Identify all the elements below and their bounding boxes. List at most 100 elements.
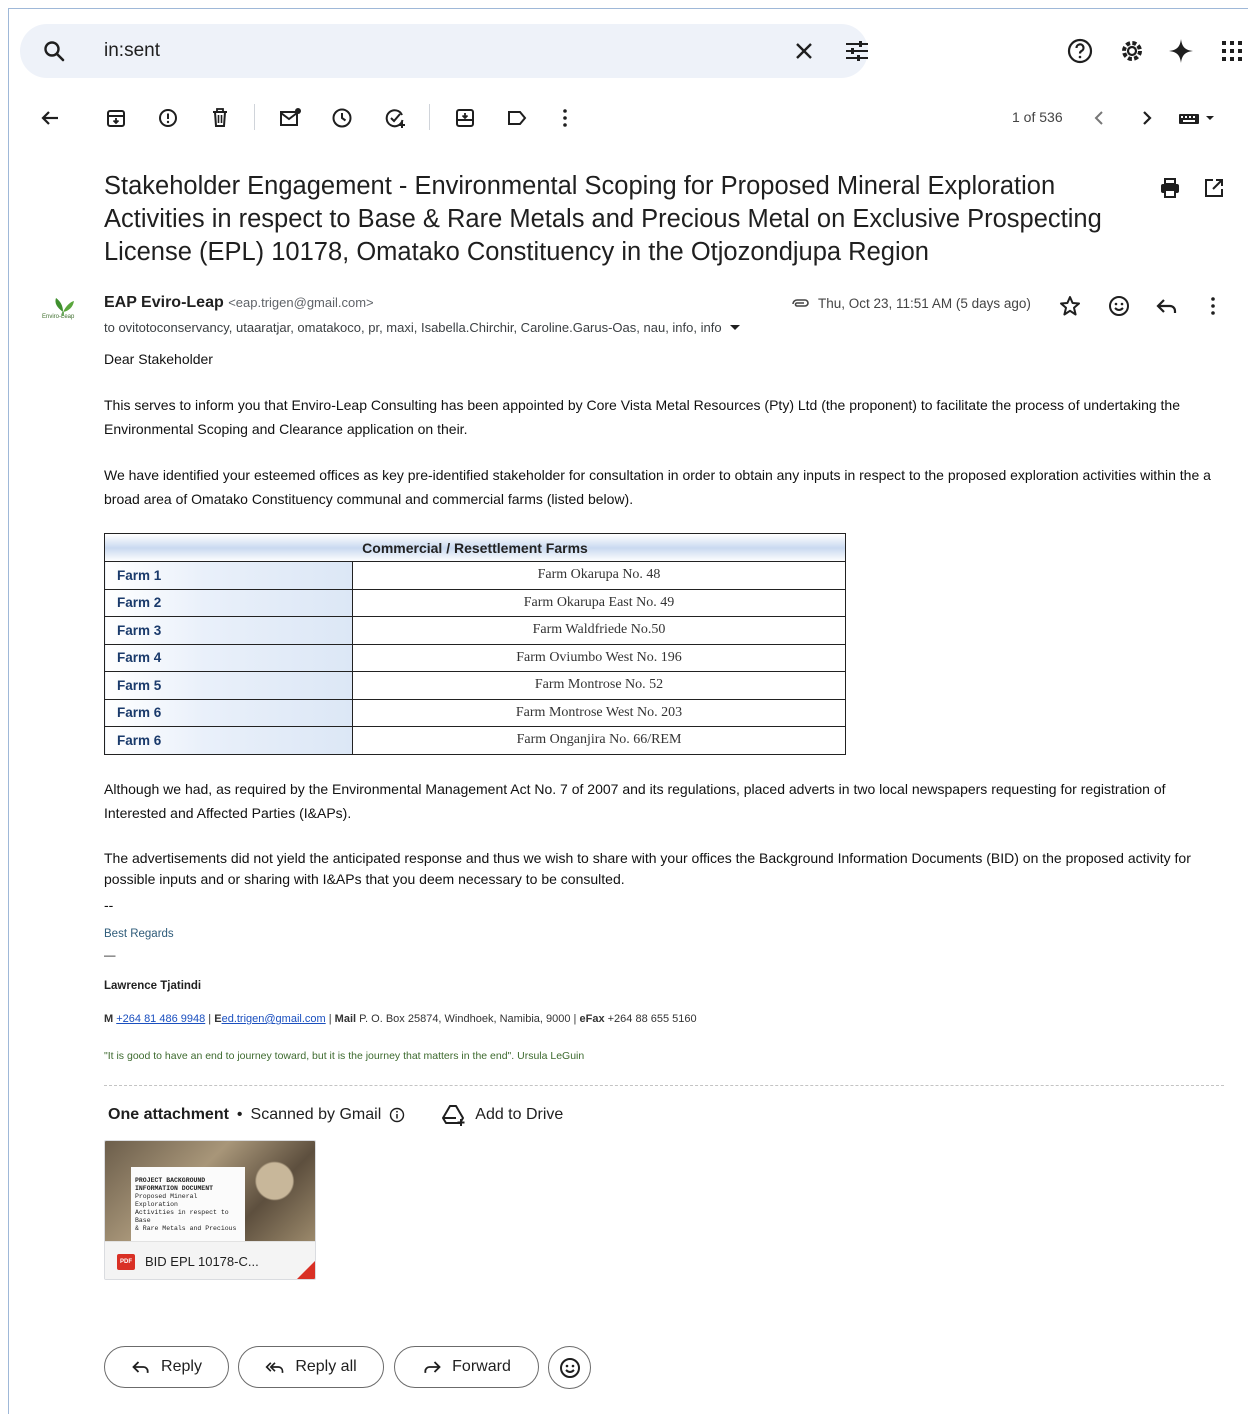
table-row: Farm 5 Farm Montrose No. 52	[104, 671, 846, 700]
report-spam-icon[interactable]	[156, 106, 180, 130]
date-line: Thu, Oct 23, 11:51 AM (5 days ago)	[790, 296, 1031, 311]
page-counter: 1 of 536	[1012, 109, 1063, 125]
body-paragraph-3: Although we had, as required by the Envi…	[104, 781, 1166, 821]
signature-quote: "It is good to have an end to journey to…	[104, 1050, 585, 1062]
farm-label: Farm 5	[104, 671, 353, 700]
table-row: Farm 6 Farm Onganjira No. 66/REM	[104, 726, 846, 755]
farm-label: Farm 6	[104, 698, 353, 727]
newer-chevron-icon[interactable]	[1088, 106, 1112, 130]
forward-label: Forward	[452, 1358, 511, 1375]
signature-dash: —	[104, 950, 116, 962]
message-more-icon[interactable]	[1201, 294, 1225, 318]
older-chevron-icon[interactable]	[1134, 106, 1158, 130]
signature-contact-line: M +264 81 486 9948 | Eed.trigen@gmail.co…	[104, 1013, 697, 1025]
email-label: E	[214, 1013, 222, 1025]
mobile-link[interactable]: +264 81 486 9948	[116, 1013, 205, 1025]
attachment-info-bar: PDF BID EPL 10178-C...	[105, 1241, 315, 1279]
emoji-reaction-icon[interactable]	[1107, 294, 1131, 318]
postal-address: P. O. Box 25874, Windhoek, Namibia, 9000…	[356, 1013, 580, 1025]
farm-name: Farm Waldfriede No.50	[352, 616, 846, 645]
input-tools-keyboard-icon[interactable]	[1176, 106, 1220, 130]
email-link[interactable]: ed.trigen@gmail.com	[222, 1013, 326, 1025]
reply-all-label: Reply all	[295, 1358, 357, 1375]
attachment-file-name[interactable]: BID EPL 10178-C...	[145, 1254, 259, 1269]
sender-avatar[interactable]: Enviro-Leap	[40, 292, 86, 328]
toolbar-divider	[429, 104, 430, 130]
attachment-thumbnail: PROJECT BACKGROUND INFORMATION DOCUMENT …	[105, 1141, 315, 1241]
body-paragraph-2: We have identified your esteemed offices…	[104, 467, 1211, 507]
farm-name: Farm Okarupa East No. 49	[352, 588, 846, 617]
sender-line: EAP Eviro-Leap <eap.trigen@gmail.com>	[104, 294, 374, 312]
gemini-sparkle-icon[interactable]	[1167, 37, 1195, 65]
settings-gear-icon[interactable]	[1118, 37, 1146, 65]
star-icon[interactable]	[1058, 294, 1082, 318]
separator: |	[205, 1013, 215, 1025]
delete-trash-icon[interactable]	[208, 106, 232, 130]
attachments-divider	[104, 1085, 1224, 1086]
body-paragraph-1: This serves to inform you that Enviro-Le…	[104, 397, 1180, 437]
body-paragraph-4: The advertisements did not yield the ant…	[104, 850, 1191, 887]
thumbnail-document: PROJECT BACKGROUND INFORMATION DOCUMENT …	[131, 1167, 245, 1241]
farm-name: Farm Montrose No. 52	[352, 671, 846, 700]
signature-separator: --	[104, 897, 114, 913]
farm-name: Farm Okarupa No. 48	[352, 561, 846, 590]
attachment-card[interactable]: PROJECT BACKGROUND INFORMATION DOCUMENT …	[104, 1140, 316, 1280]
farm-name: Farm Onganjira No. 66/REM	[352, 726, 846, 755]
farm-label: Farm 6	[104, 726, 353, 755]
sender-email: <eap.trigen@gmail.com>	[228, 295, 374, 310]
emoji-smile-icon	[559, 1357, 580, 1378]
add-to-tasks-icon[interactable]	[383, 106, 407, 130]
farm-label: Farm 2	[104, 588, 353, 617]
scanned-by-gmail: Scanned by Gmail	[250, 1106, 382, 1123]
recipients-dropdown-icon[interactable]	[729, 322, 741, 332]
table-row: Farm 4 Farm Oviumbo West No. 196	[104, 643, 846, 672]
reply-all-arrow-icon	[265, 1362, 284, 1373]
thumb-line: Proposed Mineral Exploration	[135, 1193, 198, 1208]
add-to-drive-label[interactable]: Add to Drive	[475, 1106, 563, 1124]
thumb-line: INFORMATION DOCUMENT	[135, 1185, 214, 1192]
farm-label: Farm 1	[104, 561, 353, 590]
search-input[interactable]: in:sent	[104, 40, 160, 62]
label-tag-icon[interactable]	[505, 106, 529, 130]
add-to-drive-icon[interactable]	[441, 1103, 467, 1127]
forward-arrow-icon	[424, 1361, 441, 1373]
email-date: Thu, Oct 23, 11:51 AM (5 days ago)	[818, 296, 1031, 311]
table-row: Farm 2 Farm Okarupa East No. 49	[104, 588, 846, 617]
thumb-line: PROJECT BACKGROUND	[135, 1177, 206, 1184]
table-row: Farm 1 Farm Okarupa No. 48	[104, 561, 846, 590]
search-options-icon[interactable]	[844, 39, 870, 63]
reply-all-button[interactable]: Reply all	[238, 1346, 384, 1388]
search-icon[interactable]	[42, 39, 66, 63]
info-icon[interactable]	[389, 1107, 405, 1123]
thumb-line: Activities in respect to Base	[135, 1209, 229, 1224]
apps-grid-icon[interactable]	[1218, 37, 1246, 65]
pdf-file-icon: PDF	[117, 1254, 135, 1270]
forward-button[interactable]: Forward	[394, 1346, 539, 1388]
fax-number: +264 88 655 5160	[604, 1013, 697, 1025]
farm-label: Farm 4	[104, 643, 353, 672]
recipients-line[interactable]: to ovitotoconservancy, utaaratjar, omata…	[104, 320, 741, 335]
mail-label: Mail	[334, 1013, 357, 1025]
attachment-clip-icon	[792, 298, 809, 307]
help-icon[interactable]	[1066, 37, 1094, 65]
move-to-icon[interactable]	[453, 106, 477, 130]
reply-label: Reply	[161, 1358, 202, 1375]
more-options-icon[interactable]	[553, 106, 577, 130]
farms-table-header: Commercial / Resettlement Farms	[104, 533, 846, 562]
separator-dot: •	[236, 1106, 243, 1123]
reply-button[interactable]: Reply	[104, 1346, 229, 1388]
archive-icon[interactable]	[104, 106, 128, 130]
reply-arrow-icon	[132, 1361, 149, 1373]
farms-table: Commercial / Resettlement Farms Farm 1 Fa…	[104, 533, 846, 755]
back-arrow-icon[interactable]	[38, 106, 62, 130]
reply-icon[interactable]	[1155, 294, 1179, 318]
sender-name[interactable]: EAP Eviro-Leap	[104, 294, 224, 311]
clear-search-icon[interactable]	[792, 39, 816, 63]
mark-unread-icon[interactable]	[278, 106, 302, 130]
thumb-line: & Rare Metals and Precious	[135, 1225, 237, 1232]
snooze-clock-icon[interactable]	[330, 106, 354, 130]
print-icon[interactable]	[1158, 176, 1182, 200]
search-bar[interactable]: in:sent	[20, 24, 868, 78]
open-in-new-window-icon[interactable]	[1202, 176, 1226, 200]
emoji-react-button[interactable]	[548, 1346, 591, 1389]
